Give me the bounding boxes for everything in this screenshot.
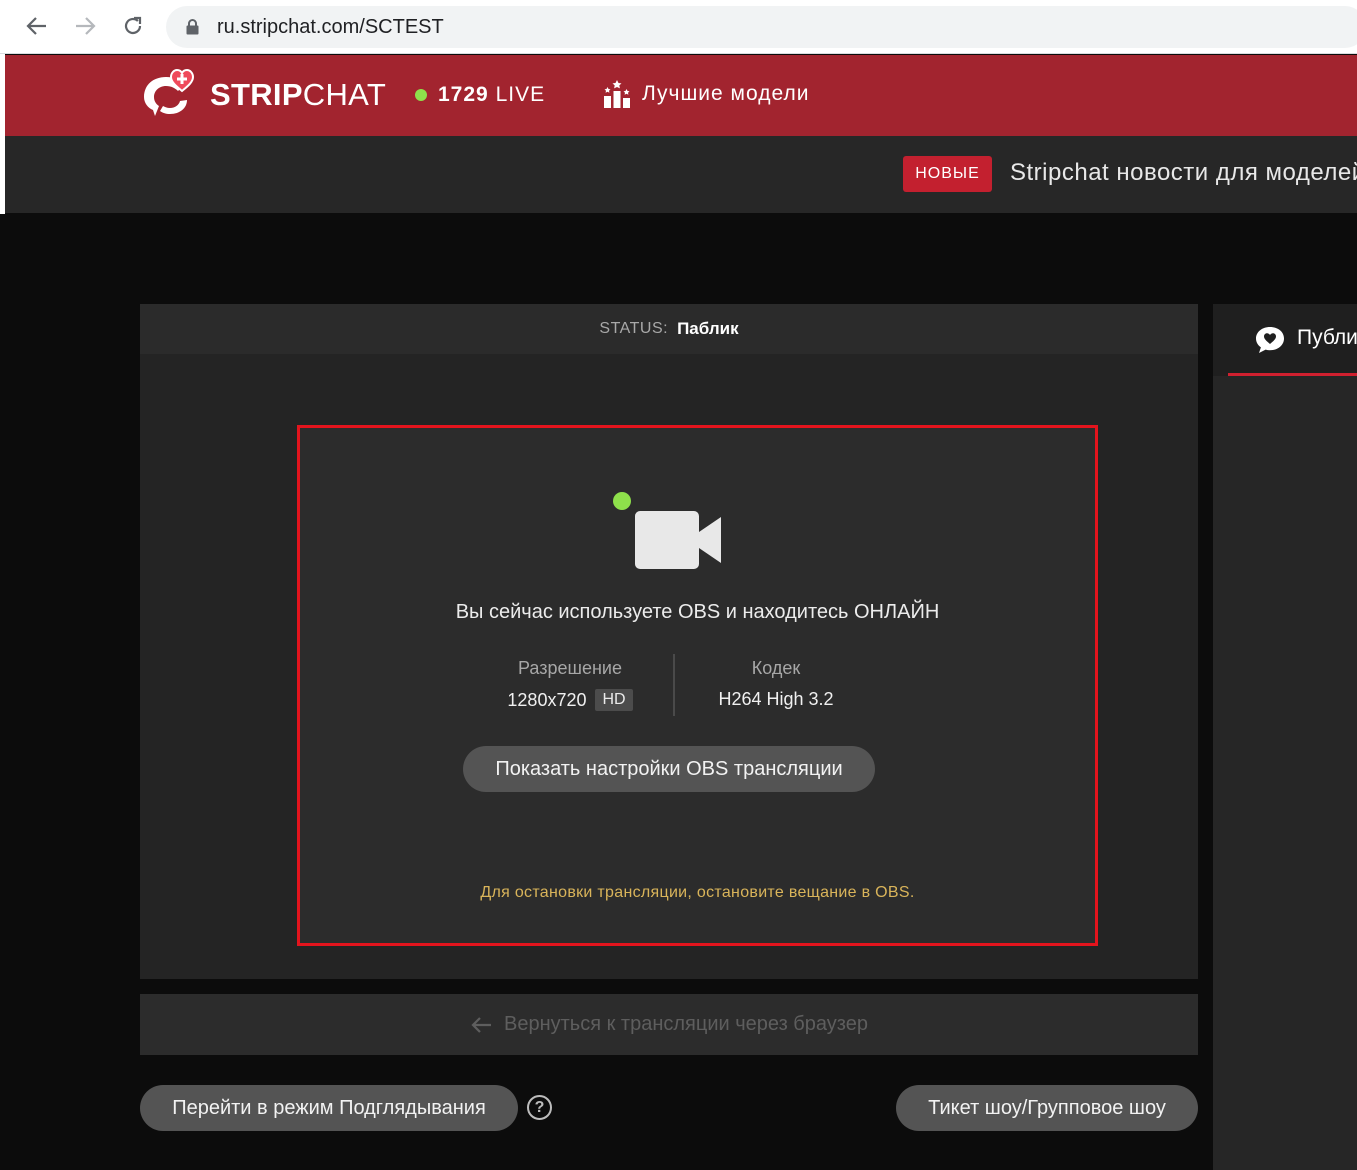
chat-panel: Публичный чат: [1213, 304, 1357, 1170]
live-label: LIVE: [495, 83, 546, 106]
site-header: STRIPCHAT 1729 LIVE Лучшие модели: [5, 55, 1357, 136]
stop-broadcast-note: Для остановки трансляции, остановите вещ…: [480, 884, 915, 901]
spec-divider: [673, 654, 675, 716]
codec-label: Кодек: [751, 658, 801, 678]
reload-icon[interactable]: [118, 11, 148, 41]
chat-bubble-icon: [1254, 325, 1286, 360]
active-tab-underline: [1228, 373, 1357, 376]
hd-badge: HD: [595, 689, 633, 711]
trophy-stars-icon: [604, 80, 630, 108]
back-to-browser-label: Вернуться к трансляции через браузер: [504, 1013, 868, 1035]
page: ru.stripchat.com/SCTEST STRIPCHAT 1729 L…: [0, 0, 1357, 1170]
news-link[interactable]: Stripchat новости для моделей: [1010, 159, 1357, 187]
back-to-browser-button[interactable]: Вернуться к трансляции через браузер: [140, 994, 1198, 1055]
url-text: ru.stripchat.com/SCTEST: [217, 16, 444, 38]
codec-value: H264 High 3.2: [718, 689, 834, 709]
status-bar: STATUS: Паблик: [140, 304, 1198, 354]
status-label: STATUS:: [599, 320, 669, 337]
stripchat-logo[interactable]: STRIPCHAT: [140, 67, 386, 123]
online-indicator-dot: [613, 492, 631, 510]
resolution-spec: Разрешение 1280x720 HD: [490, 658, 650, 711]
lock-icon: [186, 19, 199, 40]
help-icon[interactable]: ?: [527, 1095, 552, 1120]
top-models-label: Лучшие модели: [642, 82, 810, 105]
tab-public-chat-label: Публичный чат: [1297, 326, 1357, 349]
video-camera-icon: [635, 511, 721, 574]
browser-toolbar: ru.stripchat.com/SCTEST: [0, 0, 1357, 54]
live-count: 1729: [438, 83, 489, 106]
news-bar: НОВЫЕ Stripchat новости для моделей: [5, 136, 1357, 213]
tab-public-chat[interactable]: Публичный чат: [1213, 304, 1357, 376]
obs-status-box: Вы сейчас используете OBS и находитесь О…: [297, 425, 1098, 946]
address-bar[interactable]: ru.stripchat.com/SCTEST: [166, 6, 1357, 48]
status-value: Паблик: [677, 319, 739, 338]
new-badge: НОВЫЕ: [903, 156, 992, 192]
ticket-show-button[interactable]: Тикет шоу/Групповое шоу: [896, 1085, 1198, 1131]
logo-text: STRIPCHAT: [210, 77, 387, 112]
resolution-label: Разрешение: [518, 658, 622, 678]
resolution-value: 1280x720: [507, 689, 587, 710]
obs-online-message: Вы сейчас используете OBS и находитесь О…: [455, 601, 940, 623]
show-obs-settings-button[interactable]: Показать настройки OBS трансляции: [463, 746, 875, 792]
logo-icon: [144, 68, 195, 116]
arrow-left-icon: [471, 1016, 492, 1033]
codec-spec: Кодек H264 High 3.2: [696, 658, 856, 710]
live-dot-icon: [415, 89, 427, 101]
live-counter[interactable]: 1729 LIVE: [415, 83, 545, 107]
spy-mode-button[interactable]: Перейти в режим Подглядывания: [140, 1085, 518, 1131]
forward-arrow-icon[interactable]: [70, 11, 100, 41]
top-models-link[interactable]: Лучшие модели: [602, 80, 809, 108]
back-arrow-icon[interactable]: [22, 11, 52, 41]
